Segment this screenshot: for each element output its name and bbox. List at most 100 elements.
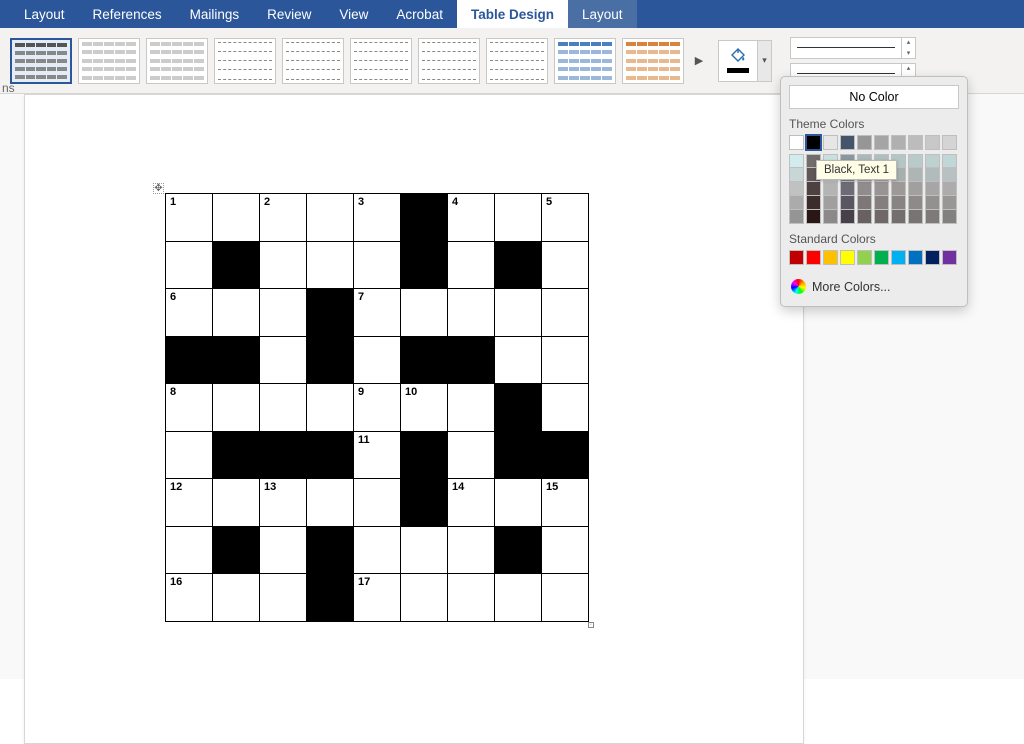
shading-dropdown[interactable]: ▾ bbox=[758, 40, 772, 82]
crossword-cell[interactable] bbox=[495, 431, 542, 479]
crossword-cell[interactable] bbox=[542, 574, 589, 622]
theme-tint-swatch[interactable] bbox=[908, 210, 923, 224]
theme-color-swatch[interactable] bbox=[942, 135, 957, 150]
theme-tint-swatch[interactable] bbox=[925, 168, 940, 182]
theme-color-swatch[interactable] bbox=[789, 135, 804, 150]
crossword-cell[interactable]: 1 bbox=[166, 194, 213, 242]
crossword-cell[interactable] bbox=[307, 336, 354, 384]
table-resize-handle[interactable]: ◦ bbox=[588, 622, 594, 628]
crossword-cell[interactable] bbox=[213, 384, 260, 432]
theme-tint-swatch[interactable] bbox=[942, 210, 957, 224]
crossword-cell[interactable] bbox=[307, 574, 354, 622]
theme-tint-swatch[interactable] bbox=[823, 182, 838, 196]
crossword-cell[interactable]: 11 bbox=[354, 431, 401, 479]
crossword-cell[interactable] bbox=[401, 479, 448, 527]
crossword-cell[interactable] bbox=[307, 526, 354, 574]
crossword-cell[interactable] bbox=[448, 384, 495, 432]
crossword-cell[interactable] bbox=[307, 431, 354, 479]
crossword-cell[interactable]: 13 bbox=[260, 479, 307, 527]
crossword-cell[interactable] bbox=[166, 526, 213, 574]
crossword-cell[interactable] bbox=[354, 526, 401, 574]
no-color-button[interactable]: No Color bbox=[789, 85, 959, 109]
crossword-cell[interactable]: 10 bbox=[401, 384, 448, 432]
crossword-cell[interactable] bbox=[213, 479, 260, 527]
theme-tint-swatch[interactable] bbox=[823, 196, 838, 210]
crossword-cell[interactable] bbox=[495, 574, 542, 622]
crossword-cell[interactable] bbox=[213, 194, 260, 242]
crossword-cell[interactable] bbox=[542, 289, 589, 337]
theme-tint-swatch[interactable] bbox=[925, 196, 940, 210]
table-style-8[interactable] bbox=[486, 38, 548, 84]
standard-color-swatch[interactable] bbox=[857, 250, 872, 265]
standard-color-swatch[interactable] bbox=[874, 250, 889, 265]
crossword-cell[interactable] bbox=[448, 574, 495, 622]
standard-color-swatch[interactable] bbox=[908, 250, 923, 265]
theme-tint-swatch[interactable] bbox=[857, 182, 872, 196]
theme-tint-swatch[interactable] bbox=[942, 168, 957, 182]
theme-tint-swatch[interactable] bbox=[840, 210, 855, 224]
theme-tint-swatch[interactable] bbox=[823, 210, 838, 224]
crossword-cell[interactable]: 2 bbox=[260, 194, 307, 242]
theme-tint-swatch[interactable] bbox=[806, 196, 821, 210]
crossword-cell[interactable] bbox=[354, 241, 401, 289]
theme-color-swatch[interactable] bbox=[874, 135, 889, 150]
crossword-cell[interactable] bbox=[448, 289, 495, 337]
tab-layout-contextual[interactable]: Layout bbox=[568, 0, 637, 28]
theme-tint-swatch[interactable] bbox=[789, 154, 804, 168]
theme-tint-swatch[interactable] bbox=[840, 196, 855, 210]
tab-review[interactable]: Review bbox=[253, 0, 325, 28]
crossword-cell[interactable] bbox=[307, 194, 354, 242]
crossword-cell[interactable] bbox=[542, 526, 589, 574]
crossword-cell[interactable]: 17 bbox=[354, 574, 401, 622]
crossword-cell[interactable] bbox=[166, 431, 213, 479]
crossword-cell[interactable] bbox=[448, 431, 495, 479]
theme-tint-swatch[interactable] bbox=[908, 196, 923, 210]
standard-color-swatch[interactable] bbox=[925, 250, 940, 265]
tab-mailings[interactable]: Mailings bbox=[176, 0, 254, 28]
crossword-cell[interactable]: 5 bbox=[542, 194, 589, 242]
theme-color-swatch[interactable] bbox=[806, 135, 821, 150]
crossword-cell[interactable] bbox=[354, 336, 401, 384]
theme-tint-swatch[interactable] bbox=[789, 210, 804, 224]
crossword-cell[interactable] bbox=[401, 431, 448, 479]
standard-color-swatch[interactable] bbox=[942, 250, 957, 265]
crossword-cell[interactable] bbox=[542, 336, 589, 384]
crossword-cell[interactable] bbox=[260, 526, 307, 574]
crossword-cell[interactable] bbox=[307, 479, 354, 527]
table-style-3[interactable] bbox=[146, 38, 208, 84]
crossword-cell[interactable] bbox=[495, 336, 542, 384]
theme-color-swatch[interactable] bbox=[891, 135, 906, 150]
standard-color-swatch[interactable] bbox=[840, 250, 855, 265]
crossword-cell[interactable] bbox=[213, 336, 260, 384]
crossword-cell[interactable] bbox=[401, 289, 448, 337]
theme-tint-swatch[interactable] bbox=[925, 210, 940, 224]
crossword-cell[interactable] bbox=[307, 384, 354, 432]
crossword-cell[interactable]: 8 bbox=[166, 384, 213, 432]
table-style-2[interactable] bbox=[78, 38, 140, 84]
table-style-9[interactable] bbox=[554, 38, 616, 84]
crossword-cell[interactable] bbox=[260, 431, 307, 479]
theme-tint-swatch[interactable] bbox=[806, 182, 821, 196]
crossword-cell[interactable] bbox=[401, 336, 448, 384]
crossword-cell[interactable] bbox=[260, 241, 307, 289]
theme-tint-swatch[interactable] bbox=[908, 154, 923, 168]
crossword-cell[interactable] bbox=[448, 526, 495, 574]
crossword-cell[interactable] bbox=[213, 431, 260, 479]
theme-color-swatch[interactable] bbox=[908, 135, 923, 150]
crossword-cell[interactable] bbox=[354, 479, 401, 527]
theme-color-swatch[interactable] bbox=[840, 135, 855, 150]
theme-tint-swatch[interactable] bbox=[874, 182, 889, 196]
crossword-cell[interactable]: 3 bbox=[354, 194, 401, 242]
shading-button[interactable] bbox=[718, 40, 758, 82]
theme-tint-swatch[interactable] bbox=[891, 210, 906, 224]
theme-tint-swatch[interactable] bbox=[925, 182, 940, 196]
crossword-cell[interactable]: 6 bbox=[166, 289, 213, 337]
crossword-cell[interactable]: 4 bbox=[448, 194, 495, 242]
theme-tint-swatch[interactable] bbox=[874, 210, 889, 224]
tab-acrobat[interactable]: Acrobat bbox=[382, 0, 457, 28]
theme-tint-swatch[interactable] bbox=[942, 154, 957, 168]
crossword-cell[interactable] bbox=[213, 241, 260, 289]
gallery-more-button[interactable]: ▶ bbox=[690, 38, 708, 84]
crossword-cell[interactable] bbox=[213, 526, 260, 574]
crossword-cell[interactable] bbox=[495, 289, 542, 337]
